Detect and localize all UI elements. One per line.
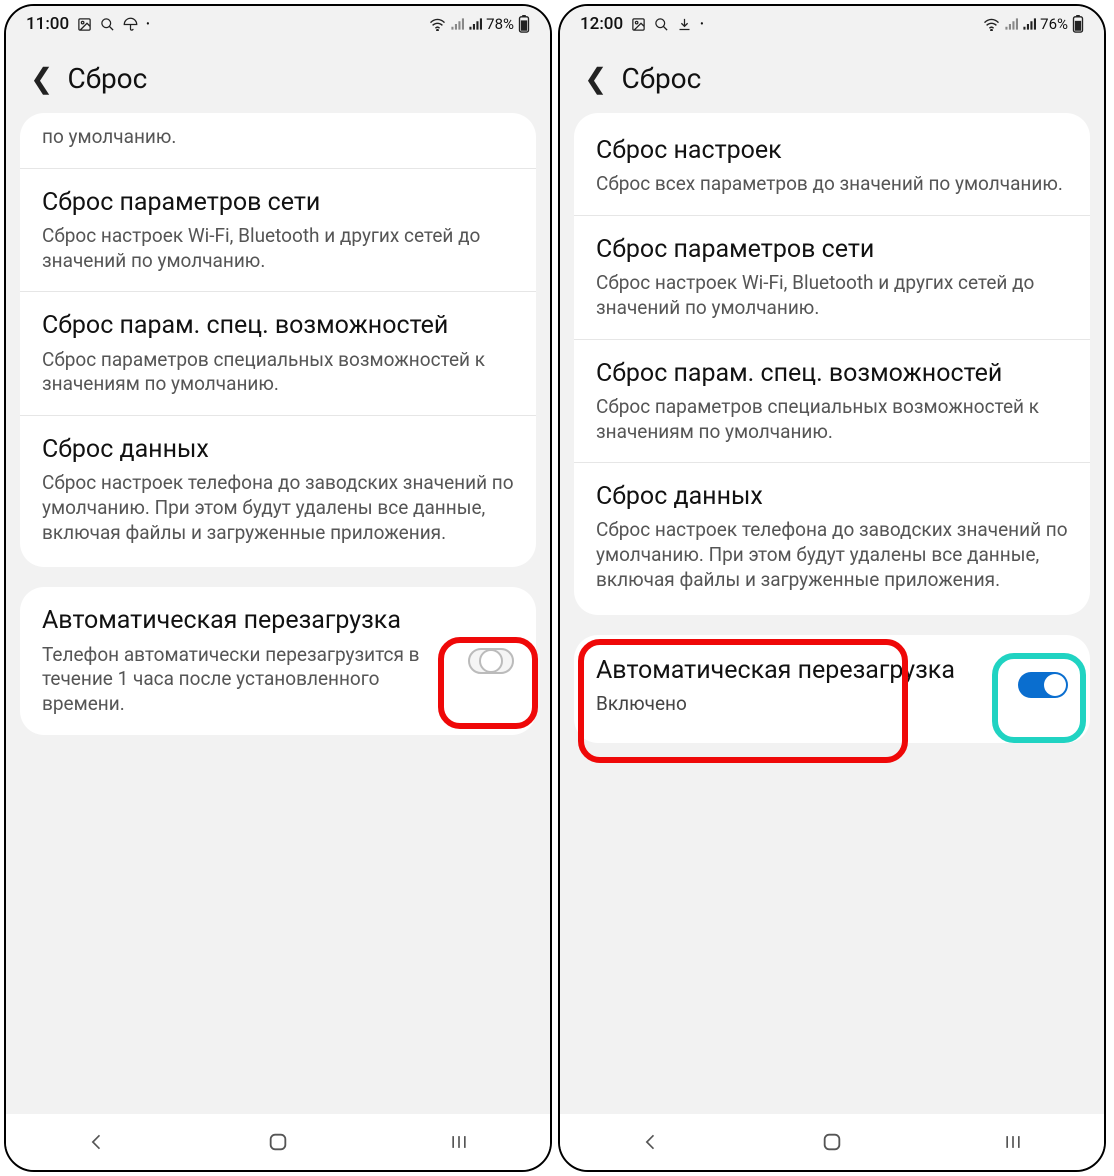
nav-recent[interactable] [973, 1132, 1053, 1152]
image-icon [631, 17, 646, 32]
nav-back[interactable] [57, 1132, 137, 1152]
list-item[interactable]: Сброс парам. спец. возможностей Сброс па… [574, 340, 1090, 464]
umbrella-icon [123, 17, 138, 32]
download-icon [677, 17, 692, 32]
nav-home[interactable] [238, 1131, 318, 1153]
auto-restart-title: Автоматическая перезагрузка [596, 655, 1006, 686]
status-dot: • [700, 19, 704, 30]
auto-restart-toggle[interactable] [1018, 672, 1068, 698]
nav-home[interactable] [792, 1131, 872, 1153]
search-status-icon [100, 17, 115, 32]
settings-scroll[interactable]: по умолчанию. Сброс параметров сети Сбро… [6, 113, 550, 1114]
navbar [6, 1114, 550, 1170]
nav-recent[interactable] [419, 1132, 499, 1152]
item-title: Сброс парам. спец. возможностей [596, 358, 1068, 389]
auto-restart-card[interactable]: Автоматическая перезагрузка Включено [574, 635, 1090, 743]
item-title: Сброс данных [596, 481, 1068, 512]
list-item[interactable]: по умолчанию. [20, 117, 536, 169]
signal-icon-2 [468, 17, 482, 31]
navbar [560, 1114, 1104, 1170]
back-button[interactable]: ❮ [30, 65, 53, 93]
item-title: Сброс данных [42, 434, 514, 465]
phone-left: 11:00 • 78% ❮ Сброс по умолчанию. Сброс … [4, 4, 552, 1172]
page-title: Сброс [67, 62, 147, 95]
list-item[interactable]: Сброс настроек Сброс всех параметров до … [574, 117, 1090, 216]
battery-icon [1072, 15, 1084, 33]
list-item[interactable]: Сброс данных Сброс настроек телефона до … [574, 463, 1090, 610]
status-time: 11:00 [26, 14, 69, 34]
signal-icon-1 [1004, 17, 1018, 31]
item-desc: Сброс настроек телефона до заводских зна… [596, 518, 1068, 592]
auto-restart-desc: Телефон автоматически перезагрузится в т… [42, 643, 456, 717]
auto-restart-toggle[interactable] [468, 648, 514, 674]
item-desc: по умолчанию. [42, 125, 514, 150]
item-desc: Сброс настроек Wi-Fi, Bluetooth и других… [596, 271, 1068, 320]
item-title: Сброс настроек [596, 135, 1068, 166]
statusbar: 12:00 • 76% [560, 6, 1104, 42]
item-desc: Сброс настроек Wi-Fi, Bluetooth и других… [42, 224, 514, 273]
list-item[interactable]: Сброс параметров сети Сброс настроек Wi-… [20, 169, 536, 293]
item-title: Сброс параметров сети [42, 187, 514, 218]
signal-icon-2 [1022, 17, 1036, 31]
statusbar: 11:00 • 78% [6, 6, 550, 42]
item-desc: Сброс настроек телефона до заводских зна… [42, 471, 514, 545]
settings-card: Сброс настроек Сброс всех параметров до … [574, 113, 1090, 615]
search-status-icon [654, 17, 669, 32]
battery-percent: 78% [486, 15, 514, 33]
item-desc: Сброс всех параметров до значений по умо… [596, 172, 1068, 197]
battery-percent: 76% [1040, 15, 1068, 33]
item-title: Сброс парам. спец. возможностей [42, 310, 514, 341]
page-header: ❮ Сброс [560, 42, 1104, 113]
status-dot: • [146, 19, 150, 30]
wifi-icon [983, 17, 1000, 31]
nav-back[interactable] [611, 1132, 691, 1152]
list-item[interactable]: Сброс парам. спец. возможностей Сброс па… [20, 292, 536, 416]
image-icon [77, 17, 92, 32]
auto-restart-title: Автоматическая перезагрузка [42, 605, 456, 636]
signal-icon-1 [450, 17, 464, 31]
list-item[interactable]: Сброс параметров сети Сброс настроек Wi-… [574, 216, 1090, 340]
auto-restart-status: Включено [596, 692, 1006, 715]
phone-right: 12:00 • 76% ❮ Сброс Сброс настроек Сброс… [558, 4, 1106, 1172]
page-header: ❮ Сброс [6, 42, 550, 113]
back-button[interactable]: ❮ [584, 65, 607, 93]
item-desc: Сброс параметров специальных возможносте… [596, 395, 1068, 444]
settings-card: по умолчанию. Сброс параметров сети Сбро… [20, 113, 536, 567]
item-title: Сброс параметров сети [596, 234, 1068, 265]
item-desc: Сброс параметров специальных возможносте… [42, 348, 514, 397]
list-item[interactable]: Сброс данных Сброс настроек телефона до … [20, 416, 536, 563]
battery-icon [518, 15, 530, 33]
wifi-icon [429, 17, 446, 31]
auto-restart-card[interactable]: Автоматическая перезагрузка Телефон авто… [20, 587, 536, 734]
settings-scroll[interactable]: Сброс настроек Сброс всех параметров до … [560, 113, 1104, 1114]
status-time: 12:00 [580, 14, 623, 34]
page-title: Сброс [621, 62, 701, 95]
